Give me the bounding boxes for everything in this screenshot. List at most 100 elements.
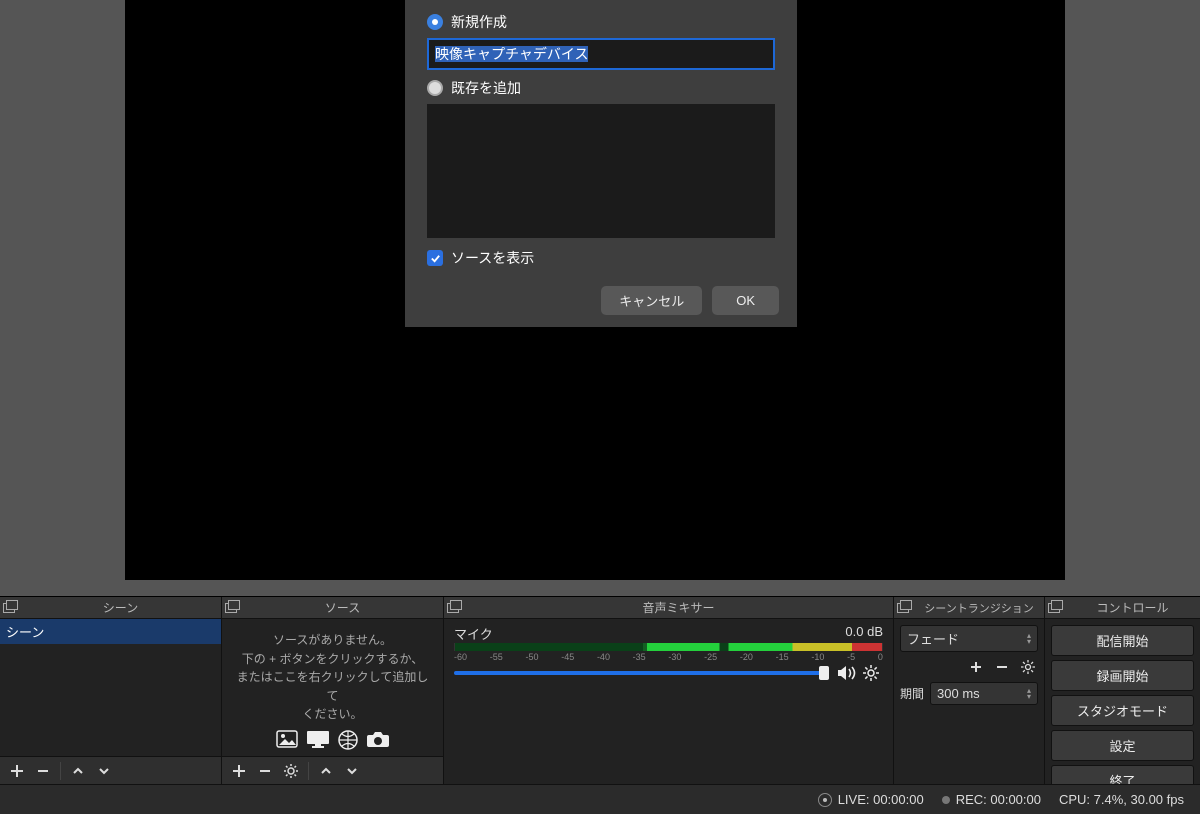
sources-header[interactable]: ソース <box>222 597 443 619</box>
live-status: LIVE: 00:00:00 <box>818 792 924 807</box>
show-source-checkbox-row[interactable]: ソースを表示 <box>427 248 775 268</box>
radio-icon <box>427 80 443 96</box>
tick: -55 <box>490 652 503 662</box>
checkbox-icon <box>427 250 443 266</box>
mixer-channel-name: マイク <box>454 624 493 643</box>
duration-input[interactable]: 300 ms ▴▾ <box>930 682 1038 705</box>
tick: -35 <box>633 652 646 662</box>
speaker-icon[interactable] <box>837 665 857 681</box>
scenes-title: シーン <box>20 599 221 616</box>
tick: -15 <box>776 652 789 662</box>
scene-up-button[interactable] <box>65 759 91 783</box>
controls-title: コントロール <box>1065 599 1200 616</box>
scenes-header[interactable]: シーン <box>0 597 221 619</box>
gear-icon[interactable] <box>863 665 879 681</box>
add-transition-button[interactable] <box>966 658 986 676</box>
controls-body: 配信開始 録画開始 スタジオモード 設定 終了 <box>1045 619 1200 784</box>
popout-icon[interactable] <box>444 600 464 615</box>
controls-dock: コントロール 配信開始 録画開始 スタジオモード 設定 終了 <box>1045 597 1200 784</box>
popout-icon[interactable] <box>222 600 242 615</box>
camera-icon <box>366 730 390 750</box>
tick: -40 <box>597 652 610 662</box>
rec-label: REC: 00:00:00 <box>956 792 1041 807</box>
add-scene-button[interactable] <box>4 759 30 783</box>
broadcast-icon <box>818 793 832 807</box>
source-up-button[interactable] <box>313 759 339 783</box>
scenes-dock: シーン シーン <box>0 597 222 784</box>
controls-header[interactable]: コントロール <box>1045 597 1200 619</box>
remove-source-button[interactable] <box>252 759 278 783</box>
live-label: LIVE: 00:00:00 <box>838 792 924 807</box>
source-type-icons <box>232 730 433 750</box>
updown-icon: ▴▾ <box>1027 633 1031 645</box>
cpu-status: CPU: 7.4%, 30.00 fps <box>1059 792 1184 807</box>
add-source-button[interactable] <box>226 759 252 783</box>
ok-button[interactable]: OK <box>712 286 779 315</box>
popout-icon[interactable] <box>1045 600 1065 615</box>
duration-label: 期間 <box>900 685 924 702</box>
show-source-label: ソースを表示 <box>451 248 534 268</box>
scenes-toolbar <box>0 756 221 784</box>
popout-icon[interactable] <box>894 600 914 615</box>
empty-line: 下の + ボタンをクリックするか、 <box>232 650 433 669</box>
add-existing-radio-row[interactable]: 既存を追加 <box>427 78 775 98</box>
sources-title: ソース <box>242 599 443 616</box>
mixer-body: マイク 0.0 dB -60 -55 -50 -45 -40 -35 -30 -… <box>444 619 893 784</box>
studio-mode-button[interactable]: スタジオモード <box>1051 695 1194 726</box>
tick: -10 <box>811 652 824 662</box>
image-icon <box>276 730 298 750</box>
create-new-label: 新規作成 <box>451 12 507 32</box>
duration-value: 300 ms <box>937 686 980 701</box>
audio-mixer-dock: 音声ミキサー マイク 0.0 dB -60 -55 -50 -45 -40 -3… <box>444 597 894 784</box>
create-new-radio-row[interactable]: 新規作成 <box>427 12 775 32</box>
preview-area: 新規作成 映像キャプチャデバイス 既存を追加 ソースを表示 キャンセル OK <box>0 0 1200 596</box>
source-name-value: 映像キャプチャデバイス <box>435 46 588 62</box>
tick: -5 <box>847 652 855 662</box>
scenes-body[interactable]: シーン <box>0 619 221 784</box>
remove-transition-button[interactable] <box>992 658 1012 676</box>
transition-select[interactable]: フェード ▴▾ <box>900 625 1038 652</box>
meter-ticks: -60 -55 -50 -45 -40 -35 -30 -25 -20 -15 … <box>454 651 883 665</box>
empty-line: ソースがありません。 <box>232 631 433 650</box>
rec-status: REC: 00:00:00 <box>942 792 1041 807</box>
separator <box>60 762 61 780</box>
mixer-header[interactable]: 音声ミキサー <box>444 597 893 619</box>
audio-meter <box>454 643 883 651</box>
start-recording-button[interactable]: 録画開始 <box>1051 660 1194 691</box>
transitions-header[interactable]: シーントランジション <box>894 597 1044 619</box>
source-properties-button[interactable] <box>278 759 304 783</box>
settings-button[interactable]: 設定 <box>1051 730 1194 761</box>
updown-icon: ▴▾ <box>1027 688 1031 700</box>
sources-body[interactable]: ソースがありません。 下の + ボタンをクリックするか、 またはここを右クリック… <box>222 619 443 784</box>
source-down-button[interactable] <box>339 759 365 783</box>
mixer-level-db: 0.0 dB <box>845 624 883 643</box>
slider-thumb[interactable] <box>819 666 829 680</box>
record-dot-icon <box>942 796 950 804</box>
tick: -60 <box>454 652 467 662</box>
empty-line: ください。 <box>232 705 433 724</box>
exit-button[interactable]: 終了 <box>1051 765 1194 784</box>
volume-slider[interactable] <box>454 671 829 675</box>
transitions-dock: シーントランジション フェード ▴▾ 期間 300 ms ▴▾ <box>894 597 1045 784</box>
display-icon <box>306 730 330 750</box>
tick: -25 <box>704 652 717 662</box>
transitions-title: シーントランジション <box>914 600 1044 616</box>
transition-settings-button[interactable] <box>1018 658 1038 676</box>
separator <box>308 762 309 780</box>
sources-toolbar <box>222 756 443 784</box>
scene-item[interactable]: シーン <box>0 619 221 644</box>
tick: -20 <box>740 652 753 662</box>
popout-icon[interactable] <box>0 600 20 615</box>
tick: -30 <box>668 652 681 662</box>
scene-down-button[interactable] <box>91 759 117 783</box>
start-streaming-button[interactable]: 配信開始 <box>1051 625 1194 656</box>
empty-line: またはここを右クリックして追加して <box>232 668 433 705</box>
status-bar: LIVE: 00:00:00 REC: 00:00:00 CPU: 7.4%, … <box>0 784 1200 814</box>
source-name-input[interactable]: 映像キャプチャデバイス <box>427 38 775 70</box>
cancel-button[interactable]: キャンセル <box>601 286 702 315</box>
add-existing-label: 既存を追加 <box>451 78 521 98</box>
remove-scene-button[interactable] <box>30 759 56 783</box>
existing-sources-listbox[interactable] <box>427 104 775 238</box>
tick: -45 <box>561 652 574 662</box>
cpu-label: CPU: 7.4%, 30.00 fps <box>1059 792 1184 807</box>
